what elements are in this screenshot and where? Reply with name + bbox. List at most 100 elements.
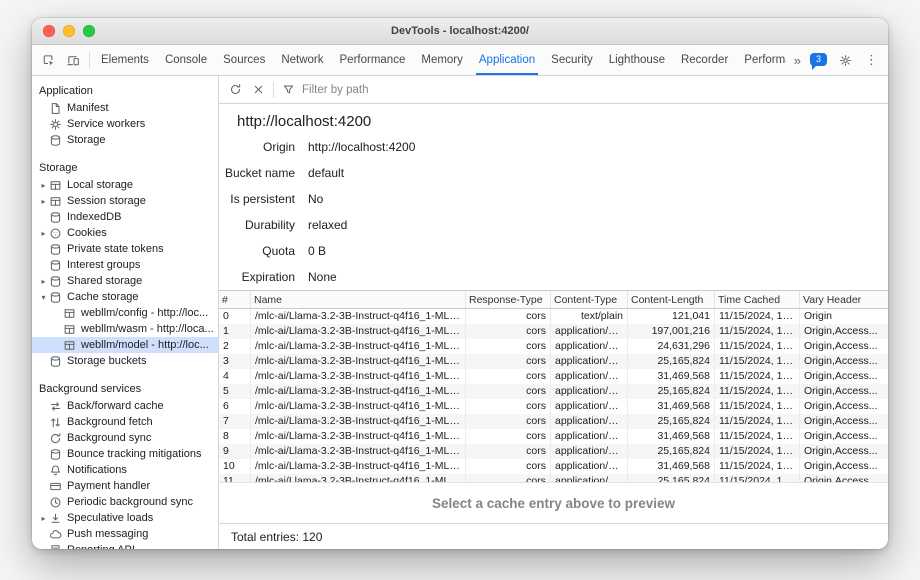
tab-performance-insights[interactable]: Performance insights <box>736 45 785 75</box>
column-header-vary-header[interactable]: Vary Header <box>800 291 889 309</box>
minimize-window-button[interactable] <box>63 25 75 37</box>
window-title: DevTools - localhost:4200/ <box>32 25 888 37</box>
cache-entry-row[interactable]: 2/mlc-ai/Llama-3.2-3B-Instruct-q4f16_1-M… <box>219 339 888 354</box>
disclosure-expanded-icon[interactable]: ▾ <box>38 293 49 302</box>
cell-name: /mlc-ai/Llama-3.2-3B-Instruct-q4f16_1-ML… <box>251 459 466 474</box>
tab-console[interactable]: Console <box>157 45 215 75</box>
sidebar-item-back-forward-cache[interactable]: Back/forward cache <box>32 398 218 414</box>
column-header-response-type[interactable]: Response-Type <box>466 291 551 309</box>
traffic-lights <box>43 25 95 37</box>
disclosure-collapsed-icon[interactable]: ▸ <box>38 229 49 238</box>
cache-entry-row[interactable]: 6/mlc-ai/Llama-3.2-3B-Instruct-q4f16_1-M… <box>219 399 888 414</box>
cell-: 7 <box>219 414 251 429</box>
sidebar-item-service-workers[interactable]: Service workers <box>32 116 218 132</box>
sidebar-item-push-messaging[interactable]: Push messaging <box>32 526 218 542</box>
sidebar-item-cookies[interactable]: ▸Cookies <box>32 225 218 241</box>
sidebar-item-label: webllm/config - http://loc... <box>81 307 208 319</box>
cell-vary-header: Origin,Access... <box>800 324 889 339</box>
cache-entry-row[interactable]: 4/mlc-ai/Llama-3.2-3B-Instruct-q4f16_1-M… <box>219 369 888 384</box>
close-window-button[interactable] <box>43 25 55 37</box>
inspect-element-icon[interactable] <box>36 48 61 72</box>
titlebar[interactable]: DevTools - localhost:4200/ <box>32 18 888 45</box>
maximize-window-button[interactable] <box>83 25 95 37</box>
cache-entry-row[interactable]: 11/mlc-ai/Llama-3.2-3B-Instruct-q4f16_1-… <box>219 474 888 482</box>
column-header-time-cached[interactable]: Time Cached <box>715 291 800 309</box>
sidebar-item-background-sync[interactable]: Background sync <box>32 430 218 446</box>
cache-entry-row[interactable]: 7/mlc-ai/Llama-3.2-3B-Instruct-q4f16_1-M… <box>219 414 888 429</box>
sidebar-item-reporting-api[interactable]: Reporting API <box>32 542 218 549</box>
bell-icon <box>49 464 64 477</box>
sidebar-item-session-storage[interactable]: ▸Session storage <box>32 193 218 209</box>
sidebar-item-indexeddb[interactable]: IndexedDB <box>32 209 218 225</box>
refresh-icon[interactable] <box>224 78 247 101</box>
tab-network[interactable]: Network <box>273 45 331 75</box>
cache-entry-row[interactable]: 8/mlc-ai/Llama-3.2-3B-Instruct-q4f16_1-M… <box>219 429 888 444</box>
cell-name: /mlc-ai/Llama-3.2-3B-Instruct-q4f16_1-ML… <box>251 414 466 429</box>
sidebar-item-webllm-config-http-loc[interactable]: webllm/config - http://loc... <box>32 305 218 321</box>
kebab-menu-icon[interactable]: ⋮ <box>859 48 884 72</box>
delete-selected-icon[interactable] <box>247 78 270 101</box>
tab-security[interactable]: Security <box>543 45 601 75</box>
cell-: 1 <box>219 324 251 339</box>
tab-memory[interactable]: Memory <box>413 45 471 75</box>
sidebar-item-storage-buckets[interactable]: Storage buckets <box>32 353 218 369</box>
sidebar-item-interest-groups[interactable]: Interest groups <box>32 257 218 273</box>
tab-performance[interactable]: Performance <box>332 45 414 75</box>
filter-by-path-input[interactable]: Filter by path <box>302 84 368 96</box>
sidebar-item-background-fetch[interactable]: Background fetch <box>32 414 218 430</box>
sidebar-item-local-storage[interactable]: ▸Local storage <box>32 177 218 193</box>
tab-recorder[interactable]: Recorder <box>673 45 736 75</box>
disclosure-collapsed-icon[interactable]: ▸ <box>38 277 49 286</box>
cache-entry-row[interactable]: 9/mlc-ai/Llama-3.2-3B-Instruct-q4f16_1-M… <box>219 444 888 459</box>
db-icon <box>49 275 64 288</box>
sidebar-item-periodic-background-sync[interactable]: Periodic background sync <box>32 494 218 510</box>
disclosure-collapsed-icon[interactable]: ▸ <box>38 197 49 206</box>
cell-name: /mlc-ai/Llama-3.2-3B-Instruct-q4f16_1-ML… <box>251 309 466 325</box>
cache-entry-row[interactable]: 3/mlc-ai/Llama-3.2-3B-Instruct-q4f16_1-M… <box>219 354 888 369</box>
settings-gear-icon[interactable] <box>833 48 858 72</box>
sidebar-item-shared-storage[interactable]: ▸Shared storage <box>32 273 218 289</box>
cell-name: /mlc-ai/Llama-3.2-3B-Instruct-q4f16_1-ML… <box>251 354 466 369</box>
cell-name: /mlc-ai/Llama-3.2-3B-Instruct-q4f16_1-ML… <box>251 474 466 482</box>
sidebar-item-manifest[interactable]: Manifest <box>32 100 218 116</box>
cache-entry-row[interactable]: 1/mlc-ai/Llama-3.2-3B-Instruct-q4f16_1-M… <box>219 324 888 339</box>
more-tabs-chevron[interactable]: » <box>790 53 805 68</box>
cache-entry-row[interactable]: 5/mlc-ai/Llama-3.2-3B-Instruct-q4f16_1-M… <box>219 384 888 399</box>
disclosure-collapsed-icon[interactable]: ▸ <box>38 514 49 523</box>
device-toolbar-icon[interactable] <box>61 48 86 72</box>
sidebar-item-cache-storage[interactable]: ▾Cache storage <box>32 289 218 305</box>
tab-lighthouse[interactable]: Lighthouse <box>601 45 673 75</box>
tab-label: Console <box>165 54 207 66</box>
disclosure-collapsed-icon[interactable]: ▸ <box>38 181 49 190</box>
column-header-content-type[interactable]: Content-Type <box>551 291 628 309</box>
column-header-[interactable]: # <box>219 291 251 309</box>
sidebar-item-label: Reporting API <box>67 544 135 549</box>
column-header-content-length[interactable]: Content-Length <box>628 291 715 309</box>
cache-metadata: Originhttp://localhost:4200Bucket namede… <box>219 130 888 290</box>
cache-meta-row-durability: Durabilityrelaxed <box>219 212 888 238</box>
cell-content-type: application/oc... <box>551 339 628 354</box>
sidebar-item-storage[interactable]: Storage <box>32 132 218 148</box>
sidebar-item-webllm-model-http-loc[interactable]: webllm/model - http://loc... <box>32 337 218 353</box>
sidebar-item-private-state-tokens[interactable]: Private state tokens <box>32 241 218 257</box>
sidebar-item-notifications[interactable]: Notifications <box>32 462 218 478</box>
cell-: 2 <box>219 339 251 354</box>
sidebar-item-bounce-tracking-mitigations[interactable]: Bounce tracking mitigations <box>32 446 218 462</box>
tab-sources[interactable]: Sources <box>215 45 273 75</box>
db-icon <box>49 259 64 272</box>
console-messages-badge[interactable]: 3 <box>810 53 827 66</box>
tab-application[interactable]: Application <box>471 45 543 75</box>
cell-content-length: 121,041 <box>628 309 715 325</box>
meta-label: Quota <box>219 244 295 258</box>
tab-elements[interactable]: Elements <box>93 45 157 75</box>
cache-entry-row[interactable]: 0/mlc-ai/Llama-3.2-3B-Instruct-q4f16_1-M… <box>219 309 888 325</box>
cache-meta-row-origin: Originhttp://localhost:4200 <box>219 134 888 160</box>
sidebar-item-label: Storage <box>67 134 106 146</box>
sidebar-item-speculative-loads[interactable]: ▸Speculative loads <box>32 510 218 526</box>
column-header-name[interactable]: Name <box>251 291 466 309</box>
sidebar-section-title: Background services <box>32 377 218 398</box>
sidebar-item-webllm-wasm-http-loca[interactable]: webllm/wasm - http://loca... <box>32 321 218 337</box>
cache-entry-row[interactable]: 10/mlc-ai/Llama-3.2-3B-Instruct-q4f16_1-… <box>219 459 888 474</box>
meta-value: default <box>308 166 344 180</box>
sidebar-item-payment-handler[interactable]: Payment handler <box>32 478 218 494</box>
